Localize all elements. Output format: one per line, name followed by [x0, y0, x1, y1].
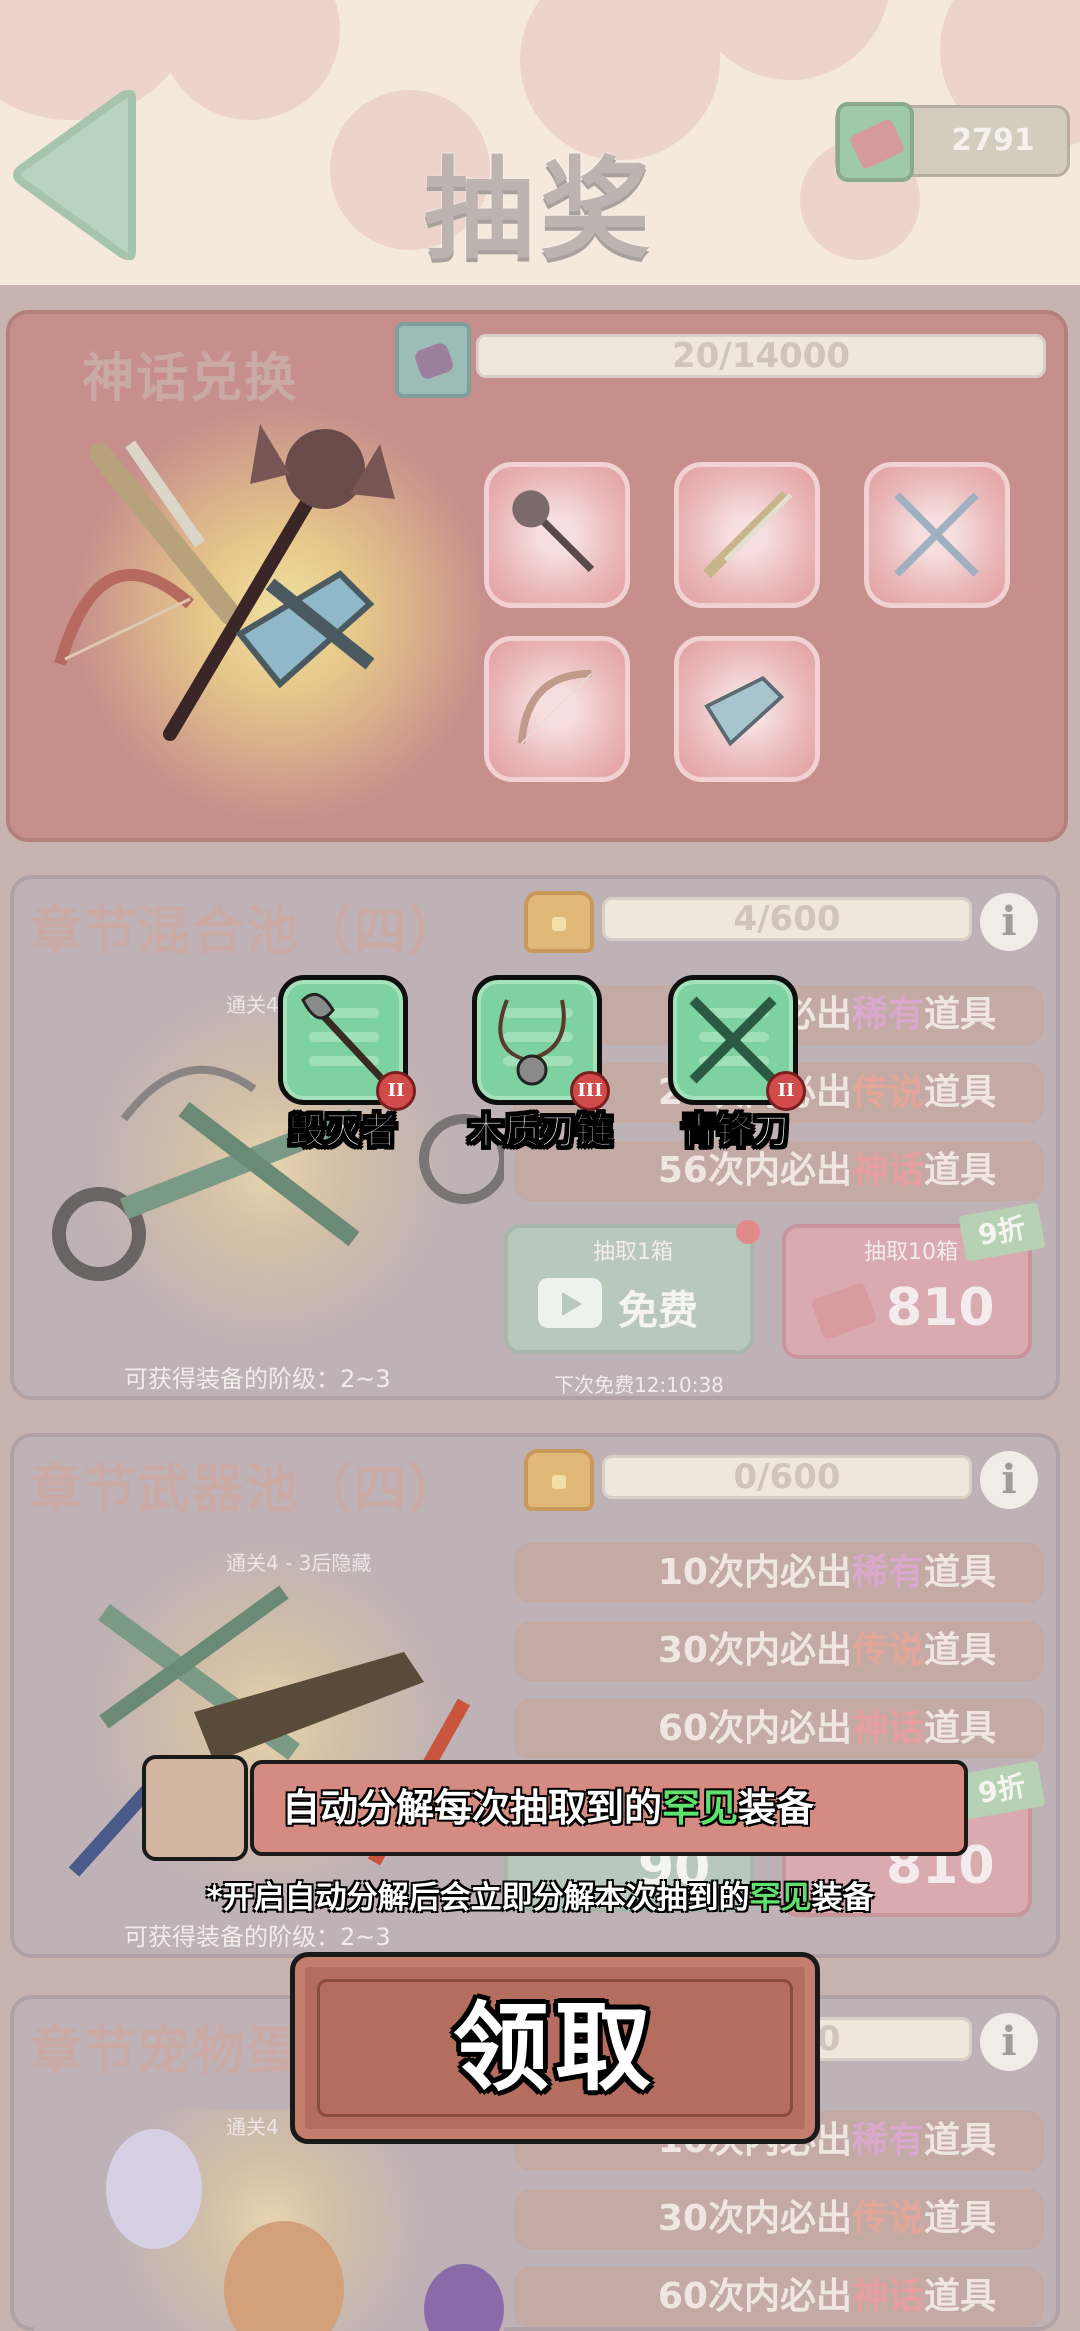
egg-pool-info-button[interactable]: i — [980, 2013, 1038, 2071]
myth-exchange-progress: 20/14000 — [476, 334, 1046, 378]
katana-icon — [702, 490, 793, 579]
mixed-pool-progress: 4/600 — [602, 897, 972, 941]
myth-item-twin-swords[interactable] — [864, 462, 1010, 608]
weapon-pool-info-button[interactable]: i — [980, 1451, 1038, 1509]
myth-item-mace[interactable] — [484, 462, 630, 608]
crossbow-icon — [704, 675, 785, 747]
mixed-pool-illustration — [52, 1065, 509, 1281]
info-icon: i — [1001, 898, 1017, 945]
discount-tag: 9折 — [958, 1760, 1046, 1820]
weapon-pool-progress: 0/600 — [602, 1455, 972, 1499]
notification-dot — [736, 1220, 760, 1244]
myth-item-katana[interactable] — [674, 462, 820, 608]
ticket-icon — [836, 102, 914, 182]
auto-salvage-label[interactable]: 自动分解每次抽取到的罕见装备 — [250, 1760, 968, 1856]
ticket-icon — [810, 1281, 878, 1341]
reward-name: 青锋刀 — [680, 1111, 789, 1153]
myth-featured-art — [40, 404, 480, 824]
ticket-currency[interactable]: 2791 — [835, 102, 1070, 182]
auto-salvage-note: *开启自动分解后会立即分解本次抽到的罕见装备 — [206, 1880, 874, 1916]
egg-pool-guarantee-row: 60次内必出神话道具 — [514, 2267, 1044, 2327]
chest-icon — [524, 891, 594, 953]
chest-icon — [524, 1449, 594, 1511]
mixed-pool-title: 章节混合池（四） — [30, 902, 463, 962]
egg-pool-title: 章节宠物蛋 — [30, 2022, 301, 2082]
claim-label: 领取 — [453, 1992, 657, 2104]
weapon-pool-tier-text: 可获得装备的阶级：2~3 — [124, 1923, 391, 1951]
mace-icon — [512, 490, 595, 573]
info-icon: i — [1001, 1456, 1017, 1503]
free-label: 免费 — [618, 1288, 698, 1334]
video-icon — [538, 1278, 602, 1328]
weapon-pool-unlock-note: 通关4 - 3后隐藏 — [226, 1551, 372, 1575]
myth-stone-icon — [395, 322, 471, 398]
mixed-pool-info-button[interactable]: i — [980, 893, 1038, 951]
myth-item-crossbow[interactable] — [674, 636, 820, 782]
myth-weapons-illustration — [54, 424, 395, 741]
myth-item-bow[interactable] — [484, 636, 630, 782]
myth-exchange-panel: 神话兑换 20/14000 — [6, 310, 1068, 842]
mixed-pool-unlock-note: 通关4 — [226, 993, 279, 1017]
reward-name: 木质刃链 — [467, 1111, 612, 1153]
weapon-pool-guarantee-row: 30次内必出传说道具 — [514, 1621, 1044, 1681]
auto-salvage-checkbox[interactable] — [142, 1755, 248, 1861]
egg-pool-unlock-note: 通关4 — [226, 2115, 279, 2139]
claim-button[interactable]: 领取 — [290, 1952, 820, 2144]
egg-pool-guarantee-row: 30次内必出传说道具 — [514, 2189, 1044, 2249]
draw-1-free-button[interactable]: 抽取1箱 免费 — [504, 1220, 760, 1354]
draw-1-caption: 抽取1箱 — [593, 1240, 673, 1265]
weapon-pool-guarantee-row: 10次内必出稀有道具 — [514, 1543, 1044, 1603]
mixed-pool-art — [34, 979, 509, 1359]
reward-card-axe[interactable]: II — [278, 975, 416, 1111]
mixed-pool-tier-text: 可获得装备的阶级：2~3 — [124, 1365, 391, 1393]
weapon-pool-title: 章节武器池（四） — [30, 1460, 463, 1520]
weapon-pool-guarantee-row: 60次内必出神话道具 — [514, 1699, 1044, 1759]
reward-card-crossed-swords[interactable]: II — [668, 975, 806, 1111]
reward-name: 毁灭者 — [288, 1111, 397, 1153]
egg-pool-progress: 0 — [802, 2017, 972, 2061]
info-icon: i — [1001, 2018, 1017, 2065]
draw-10-cost: 810 — [886, 1278, 995, 1338]
myth-exchange-title: 神话兑换 — [82, 349, 299, 409]
reward-card-blade-chain[interactable]: III — [472, 975, 610, 1111]
next-free-timer: 下次免费12:10:38 — [554, 1373, 724, 1397]
twin-swords-icon — [894, 492, 979, 577]
bow-icon — [517, 669, 593, 745]
ticket-count: 2791 — [951, 123, 1035, 158]
